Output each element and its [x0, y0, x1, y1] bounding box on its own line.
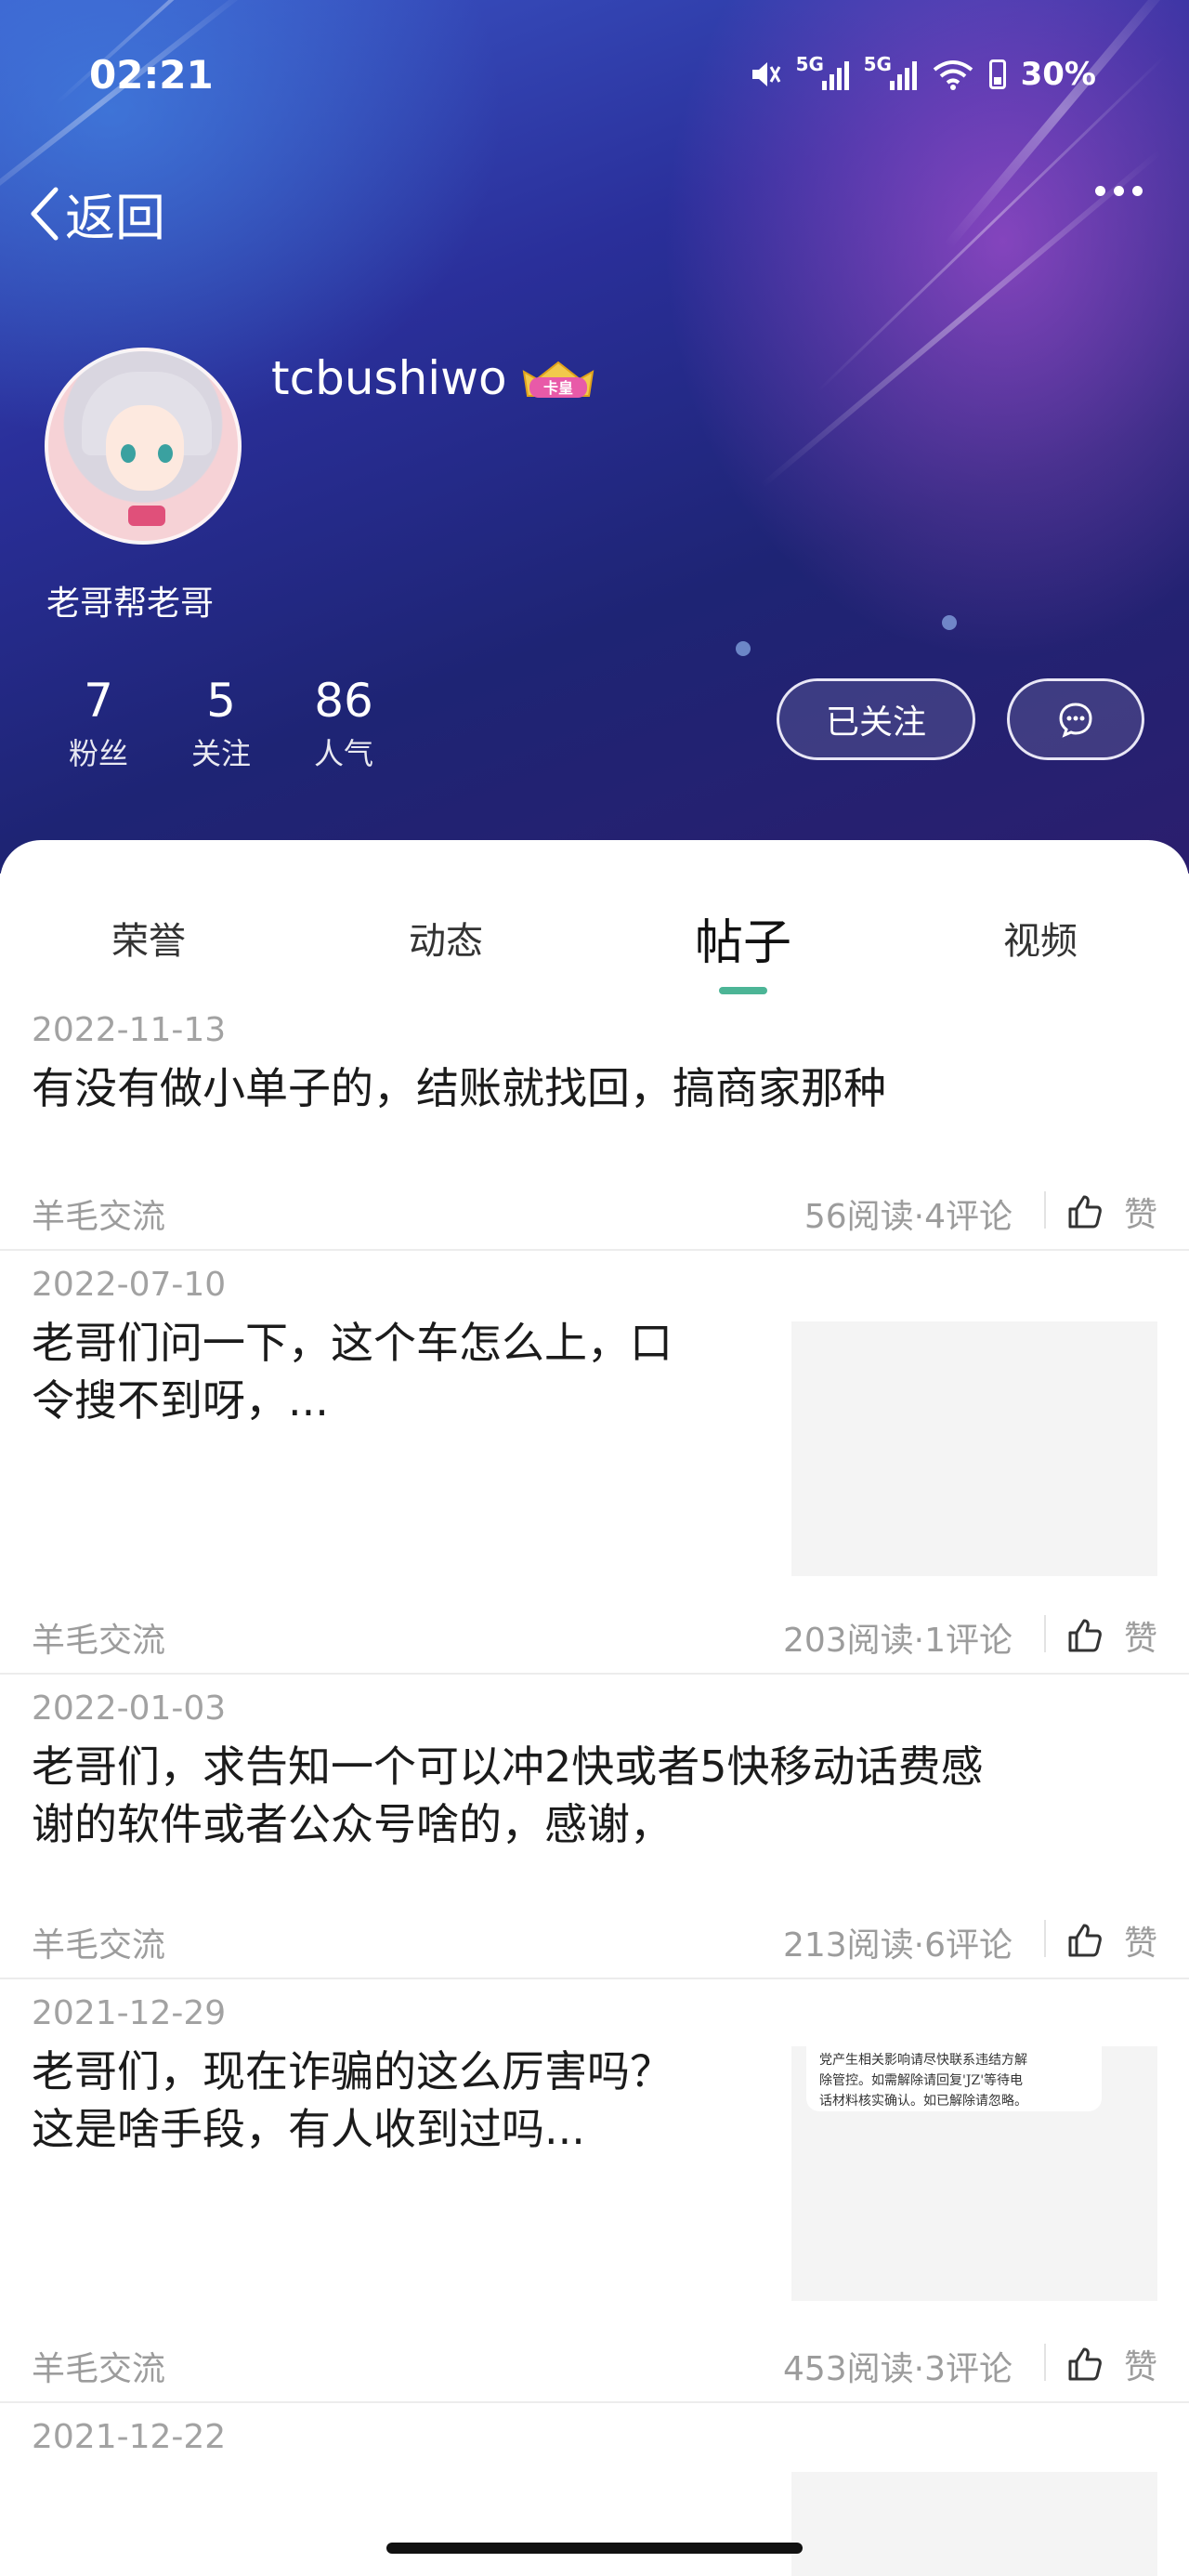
post-title: 有没有做小单子的，结账就找回，搞商家那种 [32, 1063, 886, 1113]
post-title: 老哥们问一下，这个车怎么上，口 令搜不到呀，... [32, 1318, 673, 1426]
light-dot [942, 615, 957, 630]
thumbs-up-icon [1068, 1195, 1102, 1229]
wifi-icon [933, 60, 973, 90]
stat-label: 粉丝 [68, 736, 128, 771]
tab-active-indicator [719, 987, 767, 994]
post-item[interactable]: 2022-01-03 老哥们，求告知一个可以冲2快或者5快移动话费感 谢的软件或… [0, 1675, 1189, 1979]
thumbs-up-icon [1068, 2347, 1102, 2381]
like-label: 赞 [1123, 1925, 1157, 1963]
post-date: 2021-12-29 [32, 1994, 227, 2032]
post-stats: 453阅读·3评论 [782, 2350, 1013, 2388]
light-streak [760, 149, 1162, 489]
stat-value: 7 [84, 674, 113, 728]
profile-tabs: 荣誉 动态 帖子 视频 [0, 840, 1189, 998]
bio: 老哥帮老哥 [46, 585, 215, 623]
back-label: 返回 [65, 189, 165, 247]
username: tcbushiwo [271, 351, 507, 405]
post-item[interactable]: 2021-12-29 老哥们，现在诈骗的这么厉害吗？ 这是啥手段，有人收到过吗.… [0, 1979, 1189, 2403]
post-category[interactable]: 羊毛交流 [32, 1918, 165, 1966]
vip-badge-label: 卡皇 [543, 379, 573, 397]
post-category[interactable]: 羊毛交流 [32, 2342, 165, 2390]
network-type: 5G [863, 53, 892, 75]
follow-button[interactable]: 已关注 [777, 678, 975, 760]
light-streak [944, 0, 1179, 250]
home-indicator[interactable] [386, 2543, 803, 2554]
mute-icon [751, 62, 780, 86]
status-bar: 02:21 5G 5G 30% [89, 52, 1096, 108]
vip-badge: 卡皇 [522, 361, 594, 398]
profile-header: 02:21 5G 5G 30% 返回 tcbushiwo 卡皇 老哥帮老哥 7 … [0, 0, 1189, 874]
stat-popularity: 86 人气 [282, 675, 405, 773]
battery-level: 30% [1020, 56, 1096, 93]
like-button[interactable]: 赞 [1066, 1916, 1157, 1965]
avatar[interactable] [45, 348, 242, 545]
stat-label: 人气 [313, 736, 373, 771]
stat-label: 关注 [190, 736, 251, 771]
profile-stats: 7 粉丝 5 关注 86 人气 [37, 675, 405, 773]
divider [1044, 2344, 1046, 2381]
stat-following[interactable]: 5 关注 [160, 675, 282, 773]
like-button[interactable]: 赞 [1066, 1611, 1157, 1660]
more-dot-icon [1095, 186, 1105, 196]
post-thumbnail[interactable] [791, 2472, 1157, 2576]
post-date: 2022-01-03 [32, 1689, 227, 1728]
more-dot-icon [1114, 186, 1124, 196]
network-type: 5G [795, 53, 824, 75]
tab-activity[interactable]: 动态 [297, 911, 594, 965]
battery-icon [988, 59, 1006, 89]
like-label: 赞 [1123, 1196, 1157, 1234]
like-button[interactable]: 赞 [1066, 2340, 1157, 2388]
stat-value: 5 [206, 674, 236, 728]
stat-value: 86 [314, 674, 373, 728]
post-stats: 56阅读·4评论 [804, 1198, 1013, 1236]
stat-fans[interactable]: 7 粉丝 [37, 675, 160, 773]
message-button[interactable] [1007, 678, 1144, 760]
status-icons: 5G 5G 30% [750, 53, 1096, 93]
more-dot-icon [1132, 186, 1143, 196]
like-label: 赞 [1123, 1620, 1157, 1658]
thumbs-up-icon [1068, 1924, 1102, 1957]
divider [1044, 1615, 1046, 1652]
chat-bubble-icon [1059, 703, 1092, 738]
post-stats: 203阅读·1评论 [782, 1622, 1013, 1660]
like-button[interactable]: 赞 [1066, 1188, 1157, 1236]
post-date: 2022-07-10 [32, 1266, 227, 1304]
post-stats: 213阅读·6评论 [782, 1926, 1013, 1965]
more-options-button[interactable] [1095, 186, 1143, 196]
post-thumbnail[interactable]: 党产生相关影响请尽快联系违结方解 除管控。如需解除请回复'JZ'等待电 话材料核… [791, 2046, 1157, 2301]
post-category[interactable]: 羊毛交流 [32, 1189, 165, 1238]
post-thumbnail[interactable] [791, 1321, 1157, 1576]
post-title: 老哥们，求告知一个可以冲2快或者5快移动话费感 谢的软件或者公众号啥的，感谢， [32, 1741, 984, 1849]
signal-icon: 5G [796, 53, 849, 90]
status-time: 02:21 [89, 52, 214, 98]
post-item[interactable]: 2022-07-10 老哥们问一下，这个车怎么上，口 令搜不到呀，... 羊毛交… [0, 1251, 1189, 1675]
like-label: 赞 [1123, 2348, 1157, 2386]
tab-videos[interactable]: 视频 [892, 911, 1189, 965]
signal-icon: 5G [864, 53, 917, 90]
tab-honor[interactable]: 荣誉 [0, 911, 297, 965]
divider [1044, 1191, 1046, 1229]
post-category[interactable]: 羊毛交流 [32, 1613, 165, 1662]
divider [1044, 1920, 1046, 1957]
thumbs-up-icon [1068, 1619, 1102, 1652]
light-dot [736, 641, 751, 656]
thumbnail-screenshot-text: 党产生相关影响请尽快联系违结方解 除管控。如需解除请回复'JZ'等待电 话材料核… [806, 2046, 1102, 2111]
post-item[interactable]: 2022-11-13 有没有做小单子的，结账就找回，搞商家那种 羊毛交流 56阅… [0, 998, 1189, 1251]
tab-posts[interactable]: 帖子 [594, 903, 892, 973]
post-date: 2021-12-22 [32, 2418, 227, 2456]
chevron-left-icon [31, 187, 59, 240]
post-title: 老哥们，现在诈骗的这么厉害吗？ 这是啥手段，有人收到过吗... [32, 2046, 673, 2154]
post-date: 2022-11-13 [32, 1011, 227, 1049]
content-panel: 荣誉 动态 帖子 视频 2022-11-13 有没有做小单子的，结账就找回，搞商… [0, 840, 1189, 2576]
back-button[interactable]: 返回 [28, 177, 165, 250]
